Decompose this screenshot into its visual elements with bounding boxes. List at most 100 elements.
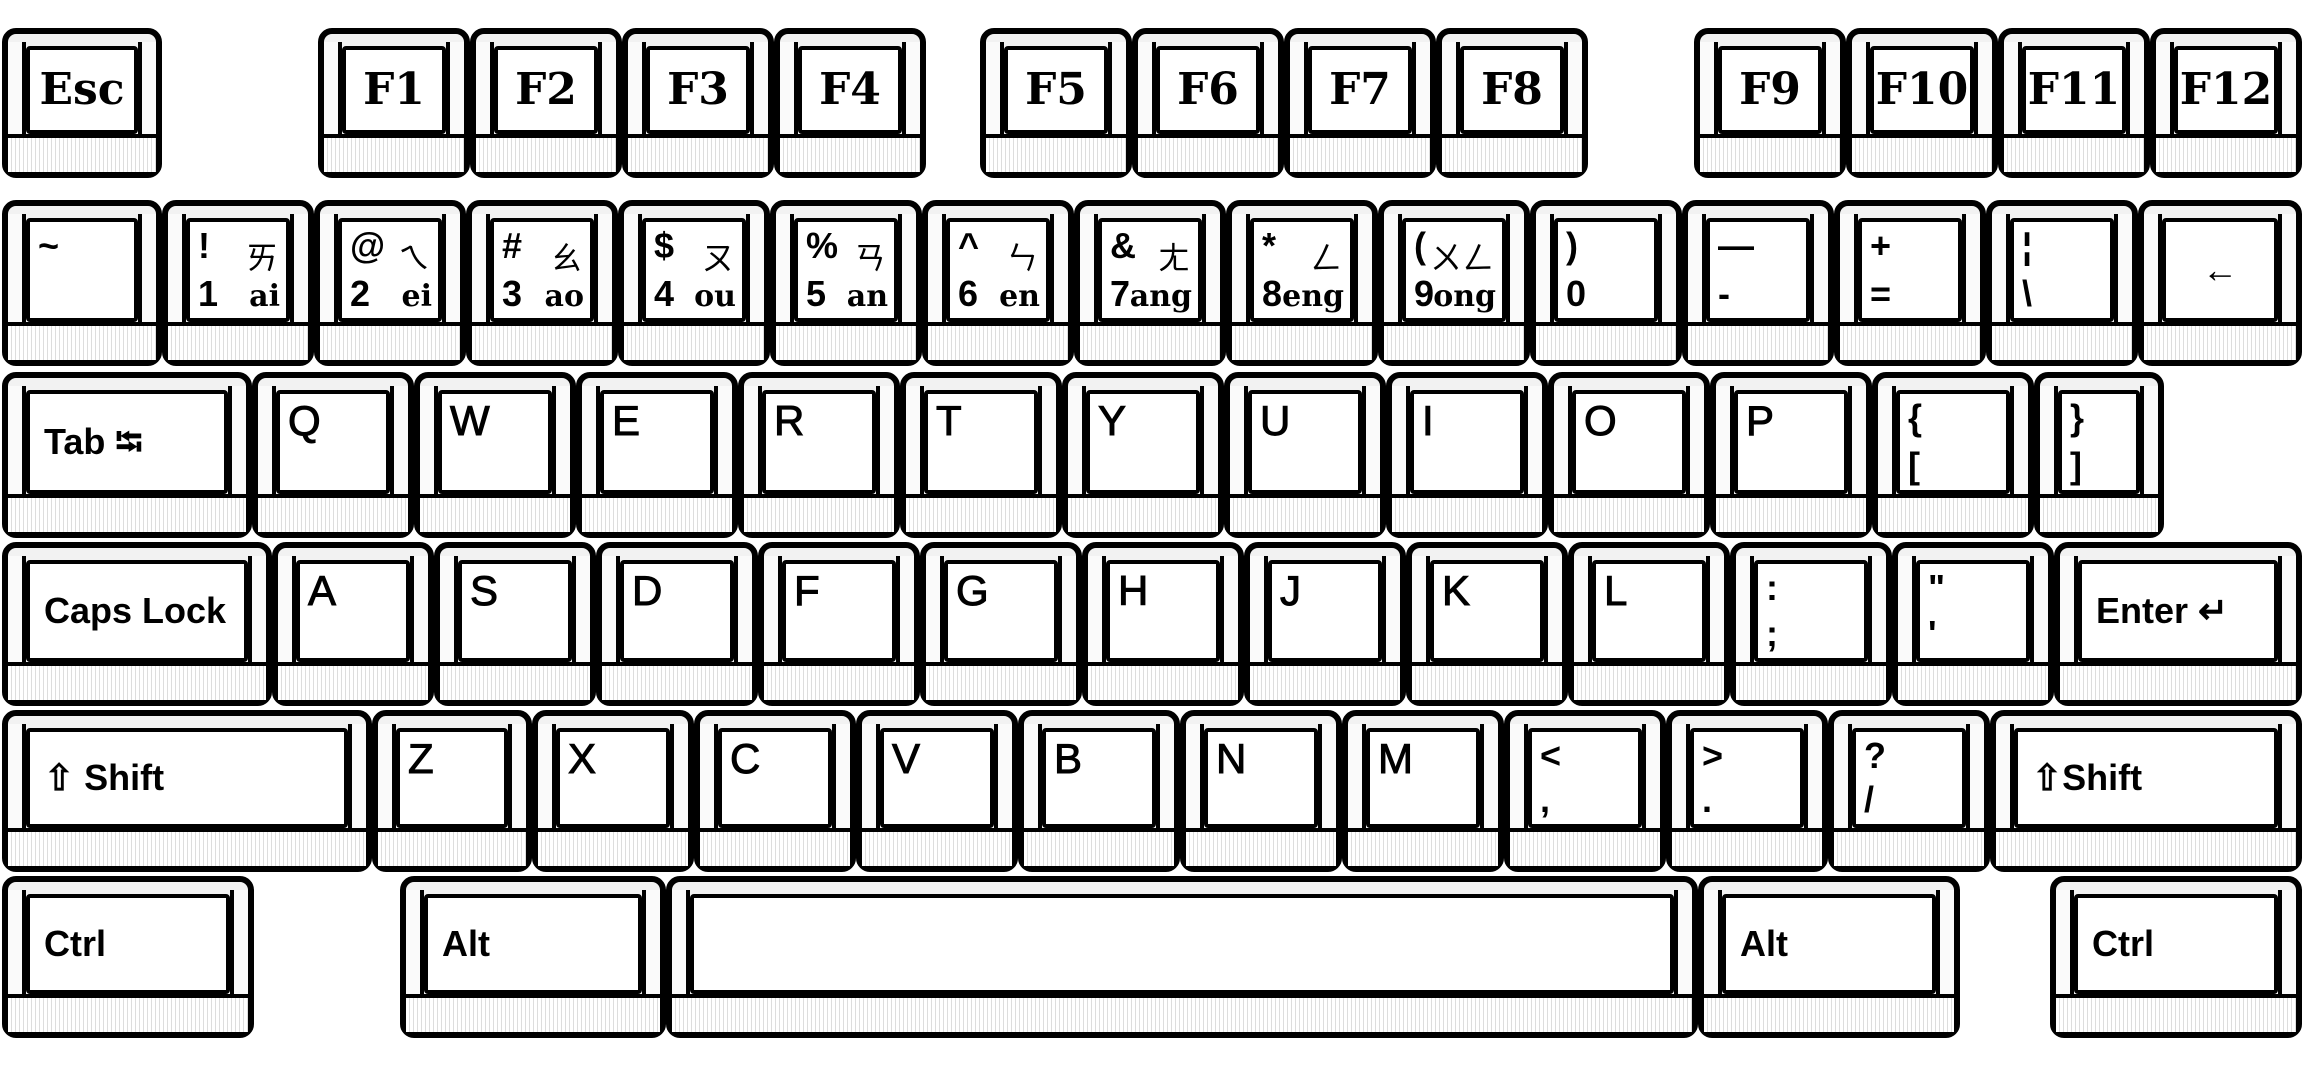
key-c[interactable]: C	[694, 710, 856, 872]
key-f5[interactable]: F5	[980, 28, 1132, 178]
keycap-face: D	[620, 560, 734, 662]
key-3[interactable]: #3 ㄠ ao	[466, 200, 618, 366]
keycap-side-l	[1878, 386, 1896, 498]
key-f12[interactable]: F12	[2150, 28, 2302, 178]
key-period[interactable]: >.	[1666, 710, 1828, 872]
key-w[interactable]: W	[414, 372, 576, 538]
key-o[interactable]: O	[1548, 372, 1710, 538]
key-l[interactable]: L	[1568, 542, 1730, 706]
key-rshift[interactable]: ⇧Shift	[1990, 710, 2302, 872]
key-equals[interactable]: + =	[1834, 200, 1986, 366]
key-rctrl[interactable]: Ctrl	[2050, 876, 2302, 1038]
key-label: W	[450, 397, 491, 444]
key-lalt[interactable]: Alt	[400, 876, 666, 1038]
key-u[interactable]: U	[1224, 372, 1386, 538]
keycap-side-l	[1024, 724, 1042, 832]
keycap-side-l	[1672, 724, 1690, 832]
key-9[interactable]: (9 ㄨㄥ ong	[1378, 200, 1530, 366]
keycap-side-l	[8, 556, 26, 666]
key-f4[interactable]: F4	[774, 28, 926, 178]
key-comma[interactable]: <,	[1504, 710, 1666, 872]
key-capslock[interactable]: Caps Lock	[2, 542, 272, 706]
key-8[interactable]: * 8 ㄥ eng	[1226, 200, 1378, 366]
key-f6[interactable]: F6	[1132, 28, 1284, 178]
keycap-face: @2 ㄟ ei	[338, 218, 442, 322]
key-v[interactable]: V	[856, 710, 1018, 872]
key-6[interactable]: ^ 6 ㄣ en	[922, 200, 1074, 366]
key-q[interactable]: Q	[252, 372, 414, 538]
key-space[interactable]	[666, 876, 1698, 1038]
key-label-pinyin: ei	[401, 279, 432, 314]
key-lshift[interactable]: ⇧ Shift	[2, 710, 372, 872]
key-quote[interactable]: " '	[1892, 542, 2054, 706]
key-esc[interactable]: Esc	[2, 28, 162, 178]
key-tab[interactable]: Tab ⭾	[2, 372, 252, 538]
key-g[interactable]: G	[920, 542, 1082, 706]
key-x[interactable]: X	[532, 710, 694, 872]
keycap-side-l	[1088, 556, 1106, 666]
key-label-pinyin: ai	[249, 279, 280, 314]
key-i[interactable]: I	[1386, 372, 1548, 538]
key-label-bottom: 0	[1566, 273, 1587, 314]
key-tilde[interactable]: ~	[2, 200, 162, 366]
key-k[interactable]: K	[1406, 542, 1568, 706]
keycap-side-r	[138, 214, 156, 326]
key-lbracket[interactable]: {[	[1872, 372, 2034, 538]
key-b[interactable]: B	[1018, 710, 1180, 872]
key-f11[interactable]: F11	[1998, 28, 2150, 178]
keycap-front	[2004, 134, 2144, 172]
keycap-side-l	[672, 890, 690, 998]
key-ralt[interactable]: Alt	[1698, 876, 1960, 1038]
key-t[interactable]: T	[900, 372, 1062, 538]
key-f[interactable]: F	[758, 542, 920, 706]
key-label-pinyin: ao	[544, 279, 584, 314]
key-m[interactable]: M	[1342, 710, 1504, 872]
key-4[interactable]: $4 ㄡ ou	[618, 200, 770, 366]
key-2[interactable]: @2 ㄟ ei	[314, 200, 466, 366]
key-label: P	[1745, 397, 1775, 444]
key-e[interactable]: E	[576, 372, 738, 538]
key-s[interactable]: S	[434, 542, 596, 706]
keycap-side-l	[780, 42, 798, 138]
key-d[interactable]: D	[596, 542, 758, 706]
key-label: Ctrl	[2092, 923, 2154, 964]
key-f7[interactable]: F7	[1284, 28, 1436, 178]
key-0[interactable]: ) 0	[1530, 200, 1682, 366]
key-label-bottom: 7	[1110, 273, 1131, 314]
key-a[interactable]: A	[272, 542, 434, 706]
keycap-face: Esc	[26, 46, 138, 134]
key-1[interactable]: ! 1 ㄞ ai	[162, 200, 314, 366]
key-n[interactable]: N	[1180, 710, 1342, 872]
key-r[interactable]: R	[738, 372, 900, 538]
key-f1[interactable]: F1	[318, 28, 470, 178]
keycap-face: P	[1734, 390, 1848, 494]
key-f3[interactable]: F3	[622, 28, 774, 178]
key-minus[interactable]: — -	[1682, 200, 1834, 366]
key-backspace[interactable]: ←	[2138, 200, 2302, 366]
key-j[interactable]: J	[1244, 542, 1406, 706]
key-backslash[interactable]: ¦ \	[1986, 200, 2138, 366]
key-lctrl[interactable]: Ctrl	[2, 876, 254, 1038]
keycap-face: ! 1 ㄞ ai	[186, 218, 290, 322]
key-y[interactable]: Y	[1062, 372, 1224, 538]
keycap-side-r	[138, 42, 156, 138]
key-semicolon[interactable]: :;	[1730, 542, 1892, 706]
keycap-side-l	[324, 42, 342, 138]
keycap-side-l	[776, 214, 794, 326]
key-slash[interactable]: ? /	[1828, 710, 1990, 872]
key-rbracket[interactable]: }]	[2034, 372, 2164, 538]
key-f8[interactable]: F8	[1436, 28, 1588, 178]
keycap-face: >.	[1690, 728, 1804, 828]
key-f9[interactable]: F9	[1694, 28, 1846, 178]
key-h[interactable]: H	[1082, 542, 1244, 706]
key-enter[interactable]: Enter ↵	[2054, 542, 2302, 706]
key-f2[interactable]: F2	[470, 28, 622, 178]
key-5[interactable]: % 5 ㄢ an	[770, 200, 922, 366]
key-p[interactable]: P	[1710, 372, 1872, 538]
keycap-side-r	[1810, 214, 1828, 326]
key-f10[interactable]: F10	[1846, 28, 1998, 178]
key-label: Ctrl	[44, 923, 106, 964]
key-z[interactable]: Z	[372, 710, 532, 872]
keycap-face: (9 ㄨㄥ ong	[1402, 218, 1506, 322]
key-7[interactable]: & 7 ㄤ ang	[1074, 200, 1226, 366]
